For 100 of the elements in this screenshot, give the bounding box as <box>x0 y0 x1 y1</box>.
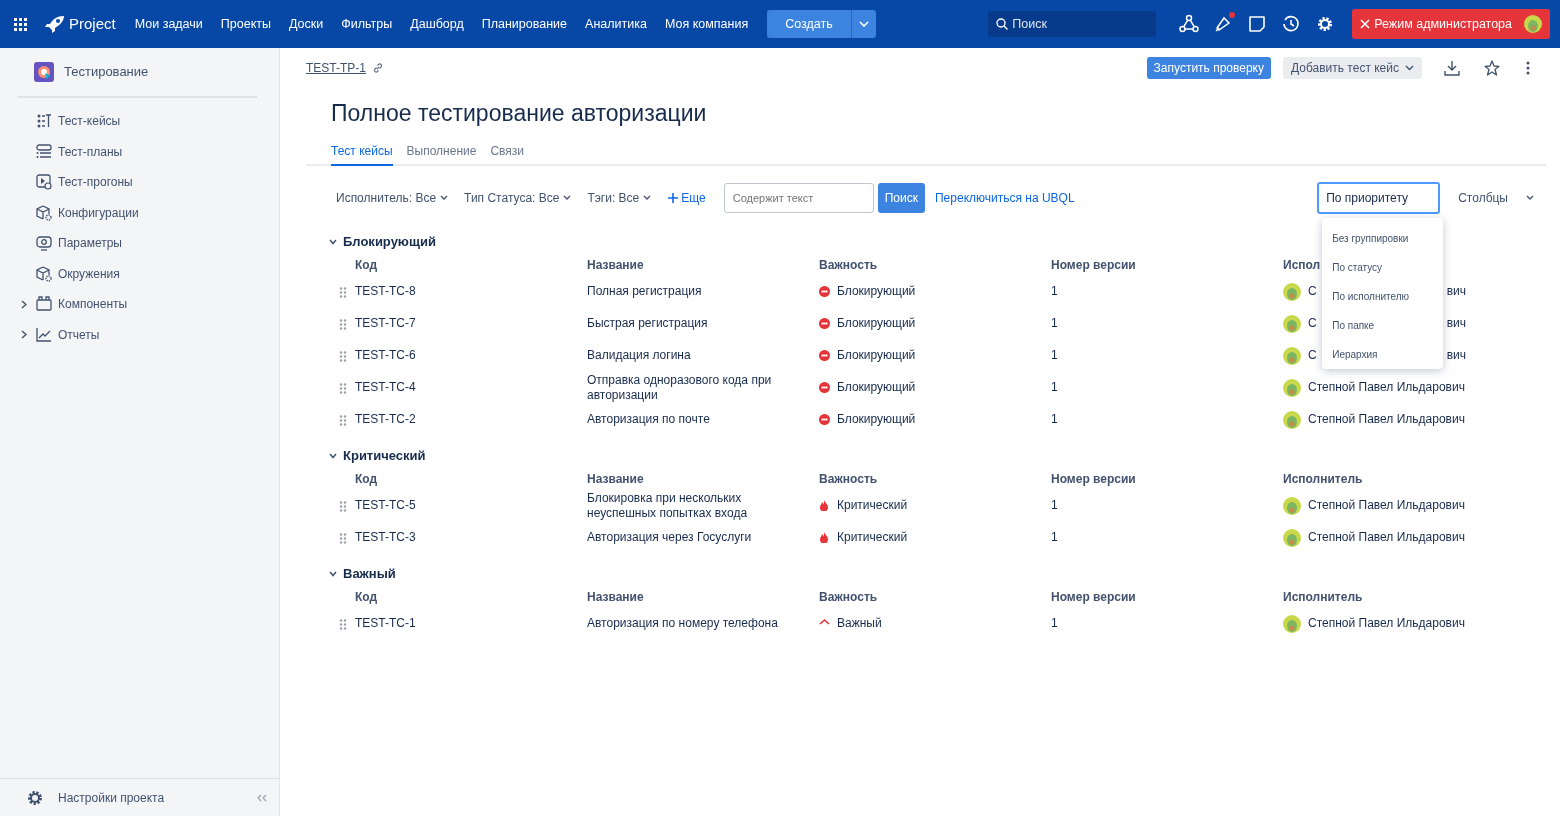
test-case-code[interactable]: TEST-TC-7 <box>355 316 587 332</box>
search-field[interactable]: Поиск <box>988 11 1157 37</box>
project-settings-link[interactable]: Настройки проекта <box>58 788 165 807</box>
version-number: 1 <box>1051 616 1059 632</box>
tab[interactable]: Связи <box>490 141 524 166</box>
column-header: Важность <box>819 470 878 488</box>
flame-icon <box>819 500 830 512</box>
avatar <box>1524 15 1542 33</box>
more-icon[interactable] <box>1526 61 1530 75</box>
test-case-name[interactable]: Валидация логина <box>587 348 819 364</box>
caret-icon <box>858 21 869 27</box>
download-icon[interactable] <box>1444 60 1460 76</box>
add-test-case-button[interactable]: Добавить тест кейс <box>1283 57 1422 79</box>
assignee-name: С <box>1308 316 1317 332</box>
nav-menu-item[interactable]: Доски <box>281 10 331 38</box>
drag-handle-icon[interactable] <box>339 414 347 426</box>
test-case-name[interactable]: Быстрая регистрация <box>587 316 819 332</box>
test-case-code[interactable]: TEST-TC-4 <box>355 380 587 396</box>
test-case-code[interactable]: TEST-TC-8 <box>355 284 587 300</box>
test-case-code[interactable]: TEST-TC-6 <box>355 348 587 364</box>
test-case-name[interactable]: Авторизация по номеру телефона <box>587 616 819 632</box>
tab[interactable]: Тест кейсы <box>331 141 393 166</box>
sidebar-item[interactable]: Параметры <box>0 228 279 259</box>
nav-menu-item[interactable]: Аналитика <box>578 10 654 38</box>
assignee-name: С <box>1308 348 1317 364</box>
app-grid-icon[interactable] <box>14 17 27 31</box>
test-case-code[interactable]: TEST-TC-2 <box>355 412 587 428</box>
sidebar-item[interactable]: Компоненты <box>0 289 279 320</box>
chevron-down-icon[interactable] <box>329 570 337 577</box>
dropdown-option[interactable]: По исполнителю <box>1322 281 1444 311</box>
project-name[interactable]: Тестирование <box>64 62 149 82</box>
test-case-code[interactable]: TEST-TC-5 <box>355 498 587 514</box>
assignee-name: Степной Павел Ильдарович <box>1308 412 1465 428</box>
sidebar-item[interactable]: Окружения <box>0 258 279 289</box>
nav-menu-item[interactable]: Проекты <box>213 10 278 38</box>
sidebar-item[interactable]: Конфигурации <box>0 197 279 228</box>
dropdown-option[interactable]: Без группировки <box>1322 223 1444 253</box>
column-header: Название <box>587 256 644 274</box>
note-icon[interactable] <box>1247 14 1268 34</box>
grouping-select[interactable]: По приоритету <box>1317 181 1441 214</box>
dropdown-option[interactable]: Иерархия <box>1322 339 1444 369</box>
drag-handle-icon[interactable] <box>339 500 347 512</box>
column-header: Исполнитель <box>1283 470 1363 488</box>
drag-handle-icon[interactable] <box>339 318 347 330</box>
chevron-down-icon[interactable] <box>329 238 337 245</box>
plan-list-icon <box>36 143 52 160</box>
test-case-name[interactable]: Авторизация через Госуслуги <box>587 530 819 546</box>
assignee-name-end: вич <box>1446 348 1466 364</box>
history-icon[interactable] <box>1281 14 1302 34</box>
sidebar-item[interactable]: Тест-планы <box>0 136 279 167</box>
cube-gear-icon <box>36 204 52 221</box>
text-search-field[interactable]: Содержит текст <box>723 182 874 213</box>
triangle-nodes-icon[interactable] <box>1179 14 1200 34</box>
search-button[interactable]: Поиск <box>877 182 925 213</box>
drag-handle-icon[interactable] <box>339 618 347 630</box>
test-case-name[interactable]: Блокировка при нескольких неуспешных попытках входа <box>587 490 819 521</box>
dropdown-option[interactable]: По статусу <box>1322 252 1444 282</box>
column-header: Название <box>587 470 644 488</box>
nav-menu-item[interactable]: Мои задачи <box>127 10 210 38</box>
avatar <box>1283 528 1301 547</box>
tab[interactable]: Выполнение <box>406 141 477 166</box>
version-number: 1 <box>1051 284 1059 300</box>
switch-to-ubql-link[interactable]: Переключиться на UBQL <box>935 188 1075 207</box>
drag-handle-icon[interactable] <box>339 532 347 544</box>
dropdown-option[interactable]: По папке <box>1322 310 1444 340</box>
test-case-name[interactable]: Отправка одноразового кода при авторизации <box>587 372 819 403</box>
nav-menu-item[interactable]: Моя компания <box>657 10 756 38</box>
product-logo-text[interactable]: Project <box>69 12 116 36</box>
nav-menu-item[interactable]: Дашборд <box>403 10 471 38</box>
sidebar-item[interactable]: Тест-кейсы <box>0 106 279 137</box>
columns-button[interactable]: Столбцы <box>1456 188 1546 207</box>
column-header: Номер версии <box>1051 256 1136 274</box>
severity-label: Блокирующий <box>837 412 916 428</box>
breadcrumb-link[interactable]: TEST-TP-1 <box>306 59 366 77</box>
sidebar-item[interactable]: Отчеты <box>0 319 279 350</box>
filter-dropdown[interactable]: Исполнитель: Все <box>331 184 454 211</box>
drag-handle-icon[interactable] <box>339 286 347 298</box>
admin-mode-button[interactable]: Режим администратора <box>1352 9 1550 39</box>
filter-dropdown[interactable]: Тип Статуса: Все <box>459 184 577 211</box>
version-number: 1 <box>1051 530 1059 546</box>
test-case-code[interactable]: TEST-TC-3 <box>355 530 587 546</box>
close-icon <box>1360 19 1371 29</box>
filter-dropdown[interactable]: Тэги: Все <box>582 184 657 211</box>
chevron-down-icon[interactable] <box>329 452 337 459</box>
rocket-icon <box>45 15 65 33</box>
more-filters-button[interactable]: Еще <box>662 187 712 208</box>
sidebar-item[interactable]: Тест-прогоны <box>0 167 279 198</box>
link-icon[interactable] <box>372 62 384 74</box>
nav-menu-item[interactable]: Планирование <box>474 10 575 38</box>
drag-handle-icon[interactable] <box>339 350 347 362</box>
plus-icon <box>668 192 679 203</box>
create-dropdown-button[interactable] <box>850 9 876 39</box>
test-case-name[interactable]: Полная регистрация <box>587 284 819 300</box>
create-button[interactable]: Создать <box>767 9 851 39</box>
drag-handle-icon[interactable] <box>339 382 347 394</box>
run-check-button[interactable]: Запустить проверку <box>1146 57 1271 79</box>
nav-menu-item[interactable]: Фильтры <box>334 10 400 38</box>
test-case-code[interactable]: TEST-TC-1 <box>355 616 587 632</box>
star-icon[interactable] <box>1484 60 1500 76</box>
test-case-name[interactable]: Авторизация по почте <box>587 412 819 428</box>
